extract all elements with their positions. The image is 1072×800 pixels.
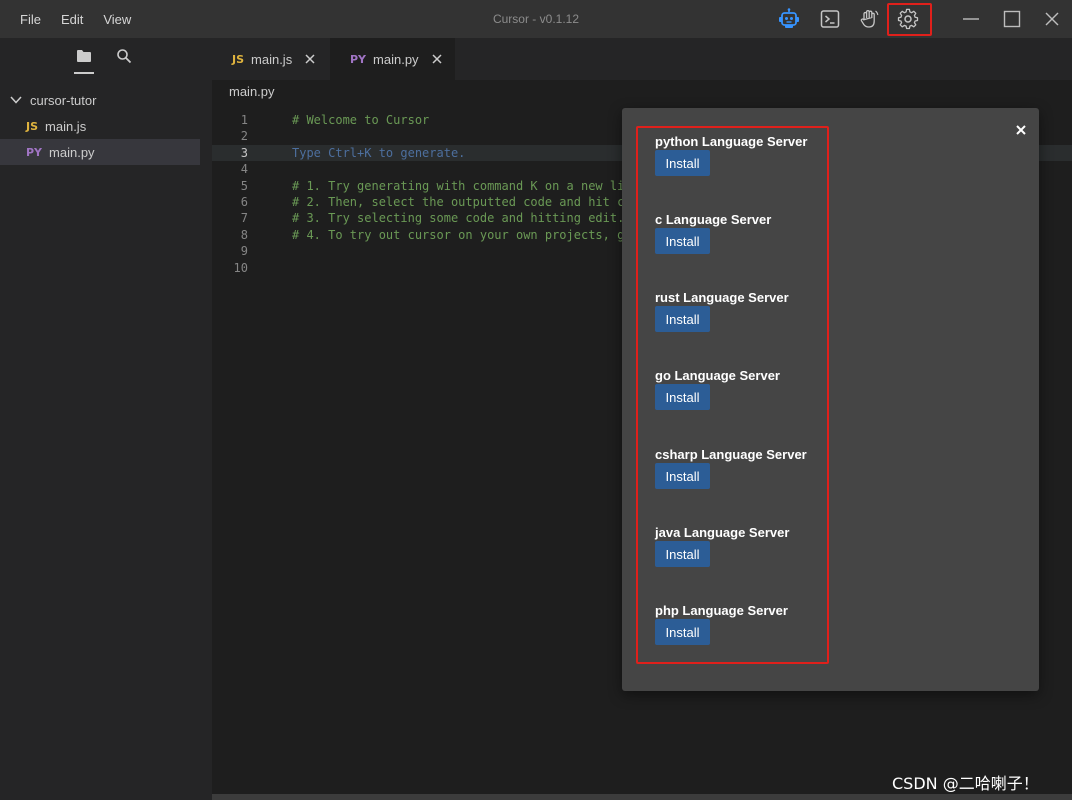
code-text: # 2. Then, select the outputted code and… bbox=[292, 195, 632, 209]
code-text: # Welcome to Cursor bbox=[292, 113, 430, 127]
js-file-icon: JS bbox=[26, 119, 39, 133]
title-bar: File Edit View Cursor - v0.1.12 bbox=[0, 0, 1072, 38]
line-number: 3 bbox=[240, 145, 248, 160]
settings-highlight-box bbox=[887, 3, 932, 36]
sidebar: cursor-tutor JS main.js PY main.py bbox=[0, 38, 212, 800]
search-tab[interactable] bbox=[112, 46, 136, 70]
language-servers-highlight-box bbox=[636, 126, 829, 664]
sidebar-header bbox=[0, 38, 200, 78]
file-label: main.py bbox=[49, 144, 95, 160]
watermark: CSDN @二哈喇子！ bbox=[892, 774, 1039, 793]
horizontal-scrollbar[interactable] bbox=[212, 794, 1072, 800]
tab-main-py[interactable]: PY main.py bbox=[330, 38, 455, 80]
editor-tab-bar: JS main.js PY main.py bbox=[212, 38, 1072, 80]
line-number: 8 bbox=[240, 227, 248, 242]
maximize-icon[interactable] bbox=[998, 5, 1026, 33]
explorer-tab-indicator bbox=[74, 72, 94, 74]
search-icon bbox=[116, 48, 132, 69]
folder-icon bbox=[76, 49, 92, 68]
line-number: 2 bbox=[240, 129, 248, 144]
menu-view[interactable]: View bbox=[93, 12, 141, 27]
code-text: # 1. Try generating with command K on a … bbox=[292, 178, 632, 193]
line-number: 1 bbox=[240, 113, 248, 127]
file-label: main.js bbox=[45, 118, 87, 134]
line-number: 6 bbox=[240, 195, 248, 209]
tab-label: main.py bbox=[373, 51, 419, 67]
code-text: # 4. To try out cursor on your own proje… bbox=[292, 227, 632, 242]
folder-label: cursor-tutor bbox=[30, 92, 97, 108]
explorer-tab[interactable] bbox=[72, 46, 96, 70]
menu-edit[interactable]: Edit bbox=[51, 12, 93, 27]
minimize-icon[interactable] bbox=[957, 5, 985, 33]
py-file-icon: PY bbox=[350, 52, 367, 66]
line-number: 5 bbox=[240, 178, 248, 193]
terminal-icon[interactable] bbox=[816, 5, 844, 33]
tab-label: main.js bbox=[251, 51, 293, 67]
js-file-icon: JS bbox=[232, 52, 245, 66]
close-window-icon[interactable] bbox=[1038, 5, 1066, 33]
line-number: 7 bbox=[240, 211, 248, 226]
line-number: 9 bbox=[240, 244, 248, 259]
menu-file[interactable]: File bbox=[10, 12, 51, 27]
tab-main-js[interactable]: JS main.js bbox=[212, 38, 328, 80]
hand-wave-icon[interactable] bbox=[855, 5, 883, 33]
file-main-py[interactable]: PY main.py bbox=[0, 139, 200, 165]
breadcrumb[interactable]: main.py bbox=[229, 84, 275, 102]
close-icon[interactable] bbox=[1013, 122, 1029, 138]
menu-bar: File Edit View bbox=[10, 0, 141, 38]
folder-cursor-tutor[interactable]: cursor-tutor bbox=[10, 90, 96, 110]
line-number: 4 bbox=[240, 162, 248, 177]
close-icon[interactable] bbox=[429, 51, 445, 67]
line-number: 10 bbox=[233, 260, 248, 275]
code-text: # 3. Try selecting some code and hitting… bbox=[292, 211, 625, 226]
py-file-icon: PY bbox=[26, 145, 43, 159]
close-icon[interactable] bbox=[302, 51, 318, 67]
code-hint-text: Type Ctrl+K to generate. bbox=[292, 145, 466, 160]
robot-icon[interactable] bbox=[775, 5, 803, 33]
file-main-js[interactable]: JS main.js bbox=[0, 113, 200, 139]
chevron-down-icon bbox=[10, 95, 22, 105]
